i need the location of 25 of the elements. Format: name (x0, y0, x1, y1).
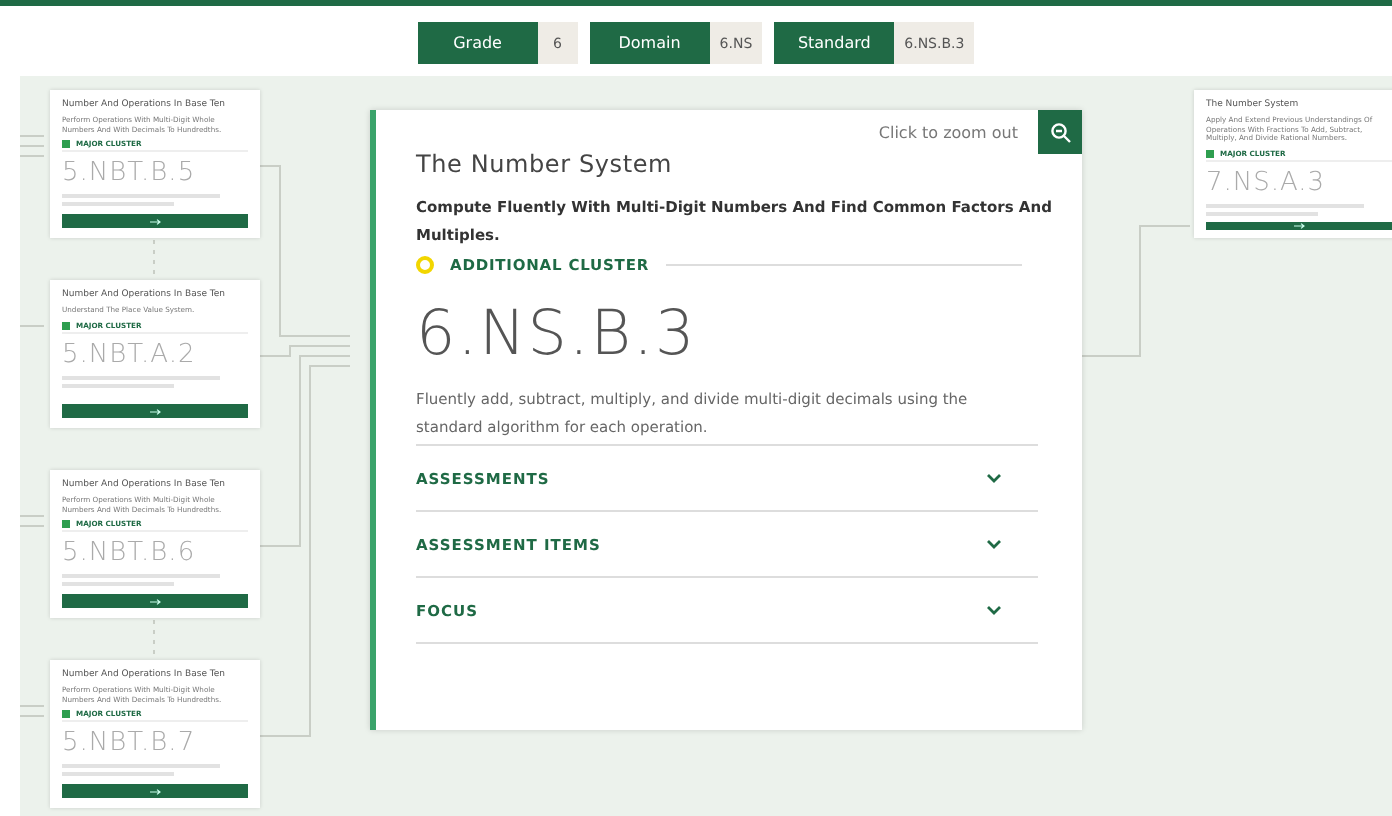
filter-label[interactable]: Standard (774, 22, 895, 64)
filter-label[interactable]: Grade (417, 22, 538, 64)
arrow-icon (149, 217, 161, 225)
connector-line (153, 619, 155, 657)
connector-line (153, 239, 155, 277)
standard-code: 7.NS.A.3 (1206, 168, 1328, 199)
zoom-out-button[interactable] (1038, 110, 1082, 154)
standard-code: 5.NBT.B.7 (62, 728, 198, 759)
standard-code: 5.NBT.B.5 (62, 158, 198, 189)
zoom-hint: Click to zoom out (878, 124, 1018, 142)
arrow-icon (149, 787, 161, 795)
view-standard-button[interactable] (1206, 222, 1392, 231)
standard-code: 5.NBT.B.6 (62, 538, 198, 569)
arrow-icon (149, 407, 161, 415)
arrow-icon (149, 597, 161, 605)
arrow-icon (1293, 222, 1305, 231)
chevron-icon (986, 472, 1002, 484)
search-icon (1049, 121, 1071, 143)
filter-label[interactable]: Domain (589, 22, 710, 64)
chevron-icon (986, 604, 1002, 616)
chevron-icon (986, 538, 1002, 550)
connector-line (1081, 225, 1191, 357)
standard-code: 6.NS.B.3 (416, 298, 699, 370)
standard-code: 5.NBT.A.2 (62, 339, 198, 370)
domain-title: The Number System (416, 150, 675, 178)
